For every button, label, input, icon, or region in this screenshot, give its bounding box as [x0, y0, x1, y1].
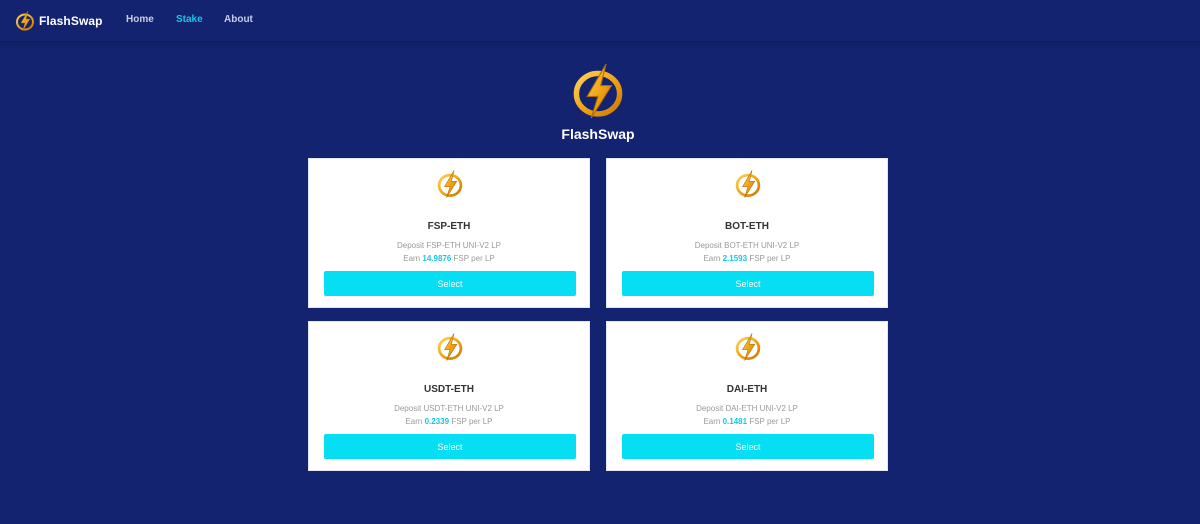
pool-name: USDT-ETH [424, 384, 474, 395]
earn-rate: 2.1593 [722, 254, 748, 263]
nav-stake[interactable]: Stake [176, 14, 203, 25]
lightning-coin-icon [571, 61, 625, 121]
lightning-coin-icon [436, 169, 464, 199]
earn-unit: FSP per LP [749, 417, 791, 426]
pool-deposit-info: Deposit DAI-ETH UNI-V2 LP [607, 404, 887, 413]
pool-card-bot-eth: BOT-ETH Deposit BOT-ETH UNI-V2 LP Earn 2… [606, 158, 888, 308]
deposit-label: Deposit [396, 241, 425, 250]
deposit-token: DAI-ETH UNI-V2 LP [725, 404, 798, 413]
pool-name: BOT-ETH [725, 221, 769, 232]
pool-card-fsp-eth: FSP-ETH Deposit FSP-ETH UNI-V2 LP Earn 1… [308, 158, 590, 308]
pool-deposit-info: Deposit FSP-ETH UNI-V2 LP [309, 241, 589, 250]
pool-card-usdt-eth: USDT-ETH Deposit USDT-ETH UNI-V2 LP Earn… [308, 321, 590, 471]
earn-label: Earn [403, 254, 421, 263]
lightning-coin-icon [14, 10, 36, 32]
earn-rate: 14.9876 [422, 254, 452, 263]
brand-logo-link[interactable]: FlashSwap [14, 9, 103, 33]
pool-earn-info: Earn 0.2339 FSP per LP [309, 417, 589, 426]
lightning-coin-icon [436, 332, 464, 362]
select-button[interactable]: Select [622, 434, 874, 459]
select-button[interactable]: Select [324, 271, 576, 296]
earn-label: Earn [703, 417, 721, 426]
pool-deposit-info: Deposit USDT-ETH UNI-V2 LP [309, 404, 589, 413]
pool-earn-info: Earn 2.1593 FSP per LP [607, 254, 887, 263]
select-button[interactable]: Select [622, 271, 874, 296]
deposit-label: Deposit [694, 241, 722, 250]
earn-label: Earn [703, 254, 721, 263]
nav-about[interactable]: About [224, 14, 253, 25]
deposit-token: USDT-ETH UNI-V2 LP [423, 404, 504, 413]
nav-home[interactable]: Home [126, 14, 154, 25]
select-button[interactable]: Select [324, 434, 576, 459]
earn-rate: 0.2339 [424, 417, 450, 426]
pool-earn-info: Earn 14.9876 FSP per LP [309, 254, 589, 263]
pool-name: DAI-ETH [726, 384, 768, 395]
pool-card-dai-eth: DAI-ETH Deposit DAI-ETH UNI-V2 LP Earn 0… [606, 321, 888, 471]
earn-unit: FSP per LP [749, 254, 791, 263]
lightning-coin-icon [734, 169, 762, 199]
page-title: FlashSwap [561, 126, 635, 142]
brand-name: FlashSwap [39, 14, 103, 28]
lightning-coin-icon [734, 332, 762, 362]
pool-name: FSP-ETH [427, 221, 471, 232]
earn-rate: 0.1481 [722, 417, 748, 426]
deposit-label: Deposit [696, 404, 724, 413]
pool-deposit-info: Deposit BOT-ETH UNI-V2 LP [607, 241, 887, 250]
deposit-token: BOT-ETH UNI-V2 LP [724, 241, 800, 250]
top-navbar: FlashSwap Home Stake About [0, 0, 1200, 42]
pool-earn-info: Earn 0.1481 FSP per LP [607, 417, 887, 426]
deposit-token: FSP-ETH UNI-V2 LP [426, 241, 502, 250]
earn-label: Earn [405, 417, 423, 426]
deposit-label: Deposit [394, 404, 422, 413]
earn-unit: FSP per LP [453, 254, 495, 263]
earn-unit: FSP per LP [451, 417, 493, 426]
